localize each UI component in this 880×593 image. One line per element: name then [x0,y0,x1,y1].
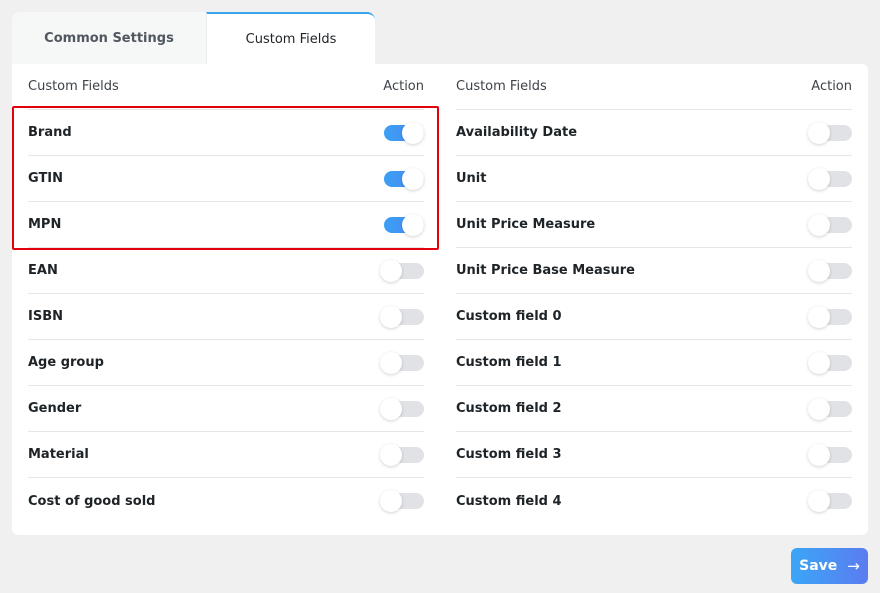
field-row: Cost of good sold [28,478,424,524]
toggle-knob [380,260,402,282]
field-toggle[interactable] [380,168,424,190]
field-row: Custom field 3 [456,432,852,478]
toggle-knob [808,444,830,466]
tab-common-settings[interactable]: Common Settings [12,12,206,64]
toggle-knob [808,168,830,190]
field-row: Gender [28,386,424,432]
field-row: Material [28,432,424,478]
field-toggle[interactable] [380,260,424,282]
save-button[interactable]: Save → [791,548,868,584]
field-label: Brand [28,125,72,140]
field-toggle[interactable] [808,398,852,420]
field-row: Unit Price Measure [456,202,852,248]
field-toggle[interactable] [808,490,852,512]
field-row: Unit Price Base Measure [456,248,852,294]
toggle-knob [402,214,424,236]
toggle-knob [380,398,402,420]
field-label: Custom field 3 [456,447,562,462]
field-toggle[interactable] [380,444,424,466]
column-header-label: Custom Fields [28,79,119,94]
field-label: Age group [28,355,104,370]
tab-bar: Common Settings Custom Fields [12,12,375,64]
field-toggle[interactable] [808,352,852,374]
field-label: Custom field 1 [456,355,562,370]
field-toggle[interactable] [380,490,424,512]
field-row: MPN [28,202,424,248]
column-header-label: Custom Fields [456,79,547,94]
save-button-label: Save [799,558,837,574]
field-row: Age group [28,340,424,386]
toggle-knob [380,444,402,466]
toggle-knob [808,260,830,282]
toggle-knob [380,306,402,328]
field-toggle[interactable] [380,214,424,236]
toggle-knob [402,168,424,190]
tab-custom-fields[interactable]: Custom Fields [206,12,375,64]
toggle-knob [380,490,402,512]
toggle-knob [808,490,830,512]
custom-fields-card: Custom Fields Action Brand GTIN MPN EAN ISBN… [12,64,868,535]
field-row: Brand [28,110,424,156]
field-label: Availability Date [456,125,577,140]
toggle-knob [380,352,402,374]
field-label: ISBN [28,309,63,324]
column-header: Custom Fields Action [28,64,424,110]
field-toggle[interactable] [808,444,852,466]
field-label: Unit [456,171,486,186]
field-row: Custom field 4 [456,478,852,524]
field-label: GTIN [28,171,63,186]
field-label: Unit Price Measure [456,217,595,232]
left-field-list: Brand GTIN MPN EAN ISBN Age group Gender Materi… [28,110,424,524]
field-row: EAN [28,248,424,294]
field-row: Custom field 0 [456,294,852,340]
field-label: Gender [28,401,81,416]
toggle-knob [808,122,830,144]
field-label: Custom field 2 [456,401,562,416]
field-toggle[interactable] [808,122,852,144]
right-field-list: Availability Date Unit Unit Price Measure U… [456,110,852,524]
field-label: Cost of good sold [28,494,156,509]
field-toggle[interactable] [808,214,852,236]
field-toggle[interactable] [380,398,424,420]
field-toggle[interactable] [808,168,852,190]
field-label: Custom field 0 [456,309,562,324]
field-label: Material [28,447,89,462]
column-header-action: Action [383,79,424,94]
left-column: Custom Fields Action Brand GTIN MPN EAN ISBN… [28,64,424,524]
field-label: MPN [28,217,61,232]
toggle-knob [402,122,424,144]
field-row: GTIN [28,156,424,202]
toggle-knob [808,398,830,420]
right-column: Custom Fields Action Availability Date Un… [456,64,852,524]
toggle-knob [808,352,830,374]
field-label: Custom field 4 [456,494,562,509]
toggle-knob [808,214,830,236]
field-toggle[interactable] [380,306,424,328]
field-row: Unit [456,156,852,202]
field-toggle[interactable] [380,352,424,374]
arrow-right-icon: → [847,557,860,575]
column-header: Custom Fields Action [456,64,852,110]
field-toggle[interactable] [380,122,424,144]
field-row: Custom field 2 [456,386,852,432]
column-header-action: Action [811,79,852,94]
toggle-knob [808,306,830,328]
field-row: Availability Date [456,110,852,156]
field-row: ISBN [28,294,424,340]
field-row: Custom field 1 [456,340,852,386]
field-toggle[interactable] [808,260,852,282]
field-toggle[interactable] [808,306,852,328]
field-label: EAN [28,263,58,278]
field-label: Unit Price Base Measure [456,263,635,278]
